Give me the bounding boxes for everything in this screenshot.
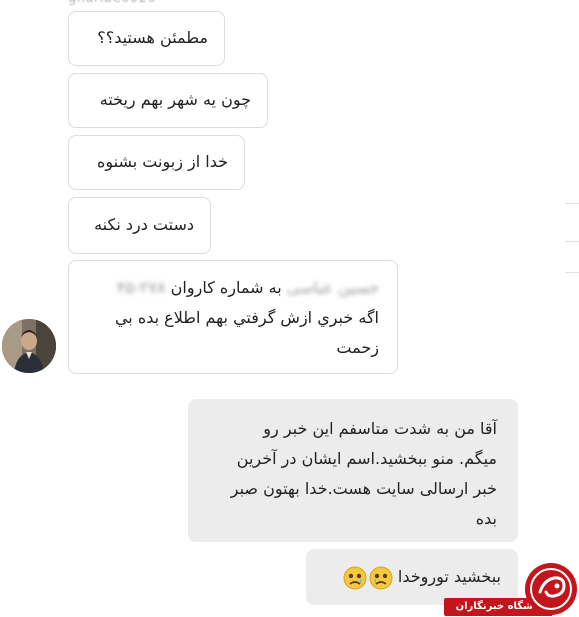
- divider-line: [565, 241, 579, 242]
- incoming-message[interactable]: چون یه شهر بهم ریخته: [68, 73, 268, 128]
- avatar-photo-icon: [2, 319, 56, 373]
- divider-line: [565, 272, 579, 273]
- news-agency-logo-icon: [525, 563, 577, 615]
- message-line: بده: [475, 509, 497, 528]
- message-line: خبر ارسالی سایت هست.خدا بهتون صبر: [230, 479, 497, 498]
- watermark-logo: باشگاه خبرنگاران: [444, 562, 579, 617]
- incoming-message[interactable]: حسین عباسی به شماره کاروان ۴۵-۲۷۸ اگه خب…: [68, 260, 398, 374]
- outgoing-message[interactable]: آقا من به شدت متاسفم این خبر رو میگم. من…: [188, 399, 518, 542]
- message-line: آقا من به شدت متاسفم این خبر رو: [263, 419, 497, 438]
- direct-message-thread: gharibe0020 مطمئن هستید؟؟ چون یه شهر بهم…: [0, 0, 579, 617]
- message-line: حسین عباسی به شماره کاروان ۴۵-۲۷۸: [87, 273, 379, 303]
- blurred-number: ۴۵-۲۷۸: [116, 278, 166, 297]
- message-text: چون یه شهر بهم ریخته: [99, 90, 251, 109]
- incoming-message[interactable]: خدا از زبونت بشنوه: [68, 135, 245, 190]
- sender-avatar[interactable]: [2, 319, 56, 373]
- blurred-name: حسین عباسی: [286, 278, 379, 297]
- incoming-message[interactable]: مطمئن هستید؟؟: [68, 11, 225, 66]
- message-text: خدا از زبونت بشنوه: [97, 152, 228, 171]
- message-text: دستت درد نکنه: [94, 215, 194, 234]
- crying-face-icon: [369, 566, 393, 589]
- message-line: زحمت: [336, 338, 379, 357]
- incoming-message[interactable]: دستت درد نکنه: [68, 197, 211, 254]
- message-text: به شماره کاروان: [170, 278, 282, 297]
- emoji-group: [343, 566, 393, 590]
- message-line: اگه خبري ازش گرفتي بهم اطلاع بده بي: [114, 308, 379, 327]
- divider-line: [565, 203, 579, 204]
- message-text: مطمئن هستید؟؟: [97, 28, 208, 47]
- crying-face-icon: [343, 566, 367, 589]
- sender-username: gharibe0020: [68, 0, 156, 6]
- message-line: میگم. منو ببخشید.اسم ایشان در آخرین: [236, 449, 497, 468]
